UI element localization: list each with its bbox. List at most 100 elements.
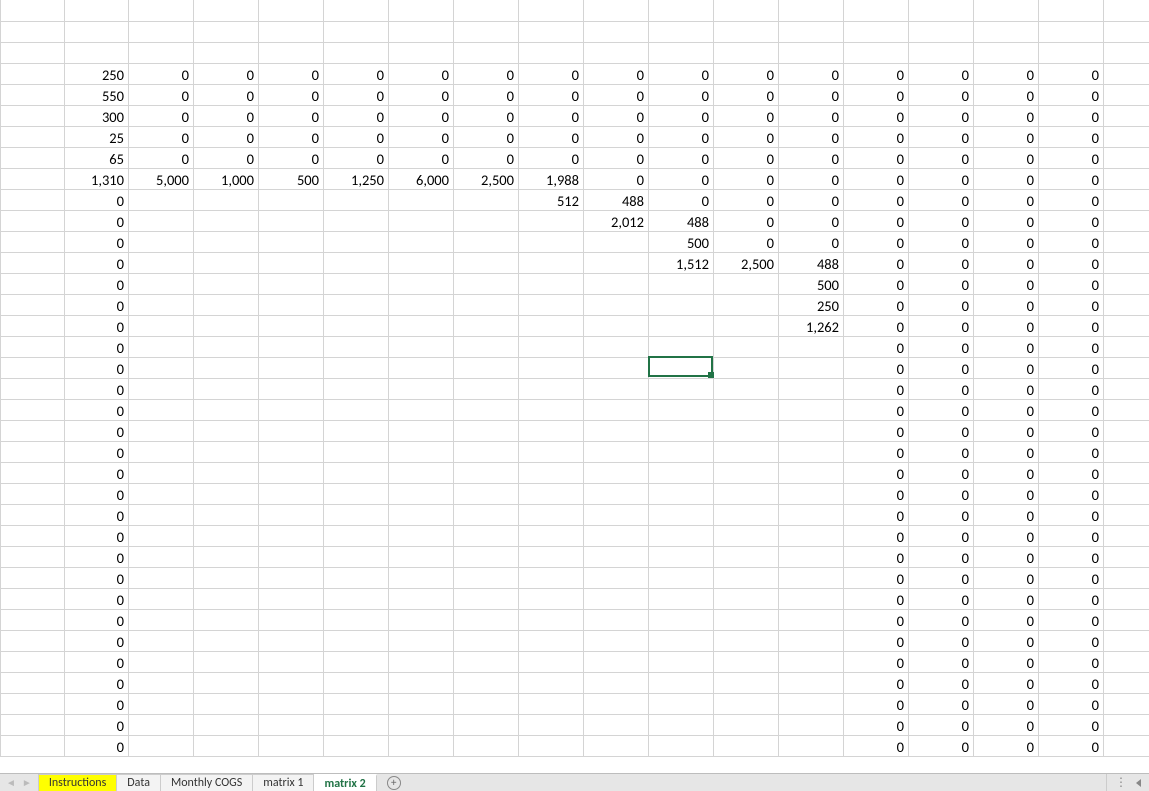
cell[interactable]: 0 [1039, 735, 1104, 756]
cell[interactable]: 0 [1104, 651, 1149, 672]
cell[interactable] [389, 399, 454, 420]
cell[interactable]: 0 [1039, 168, 1104, 189]
cell[interactable]: 0 [1039, 714, 1104, 735]
cell[interactable] [389, 357, 454, 378]
cell[interactable] [519, 21, 584, 42]
cell[interactable]: 0 [584, 168, 649, 189]
cell[interactable]: 0 [909, 147, 974, 168]
cell[interactable]: 0 [1039, 84, 1104, 105]
cell[interactable]: 0 [1104, 441, 1149, 462]
cell[interactable] [584, 315, 649, 336]
cell[interactable]: 0 [779, 147, 844, 168]
cell[interactable]: 0 [1039, 294, 1104, 315]
cell[interactable] [389, 252, 454, 273]
cell[interactable]: 0 [974, 714, 1039, 735]
cell[interactable] [129, 273, 194, 294]
cell[interactable] [129, 210, 194, 231]
cell[interactable] [779, 714, 844, 735]
cell[interactable] [779, 672, 844, 693]
cell[interactable]: 1,988 [519, 168, 584, 189]
cell[interactable]: 0 [1039, 483, 1104, 504]
cell[interactable]: 0 [844, 420, 909, 441]
cell[interactable]: 0 [1104, 609, 1149, 630]
cell[interactable]: 0 [1104, 63, 1149, 84]
cell[interactable]: 0 [259, 84, 324, 105]
cell[interactable]: 0 [1039, 399, 1104, 420]
cell[interactable]: 0 [1104, 252, 1149, 273]
cell[interactable]: 0 [129, 147, 194, 168]
cell[interactable]: 512 [519, 189, 584, 210]
cell[interactable]: 0 [1104, 168, 1149, 189]
cell[interactable] [649, 399, 714, 420]
cell[interactable]: 0 [65, 672, 129, 693]
cell[interactable]: 65 [65, 147, 129, 168]
cell[interactable] [584, 252, 649, 273]
cell[interactable] [1, 126, 65, 147]
cell[interactable]: 0 [519, 105, 584, 126]
cell[interactable]: 0 [1039, 252, 1104, 273]
cell[interactable] [649, 357, 714, 378]
cell[interactable] [584, 336, 649, 357]
tab-nav-prev-icon[interactable]: ◄ [6, 778, 16, 788]
cell[interactable] [129, 378, 194, 399]
cell[interactable]: 0 [1039, 147, 1104, 168]
cell[interactable]: 0 [974, 609, 1039, 630]
cell[interactable] [129, 315, 194, 336]
cell[interactable] [129, 609, 194, 630]
cell[interactable]: 0 [974, 735, 1039, 756]
cell[interactable]: 0 [65, 714, 129, 735]
cell[interactable] [194, 735, 259, 756]
cell[interactable] [389, 525, 454, 546]
cell[interactable] [714, 378, 779, 399]
cell[interactable] [259, 21, 324, 42]
cell[interactable] [1, 378, 65, 399]
cell[interactable] [714, 693, 779, 714]
cell[interactable] [1, 525, 65, 546]
cell[interactable] [129, 693, 194, 714]
cell[interactable] [584, 420, 649, 441]
cell[interactable]: 0 [454, 84, 519, 105]
cell[interactable]: 0 [974, 252, 1039, 273]
cell[interactable] [1, 399, 65, 420]
cell[interactable] [649, 42, 714, 63]
cell[interactable] [324, 588, 389, 609]
cell[interactable]: 0 [1039, 378, 1104, 399]
cell[interactable]: 0 [974, 336, 1039, 357]
cell[interactable] [389, 42, 454, 63]
cell[interactable] [649, 294, 714, 315]
cell[interactable]: 0 [844, 735, 909, 756]
cell[interactable] [1, 441, 65, 462]
cell[interactable]: 0 [1104, 273, 1149, 294]
cell[interactable]: 0 [1039, 231, 1104, 252]
cell[interactable]: 0 [649, 84, 714, 105]
cell[interactable]: 0 [974, 231, 1039, 252]
cell[interactable] [649, 420, 714, 441]
cell[interactable] [519, 441, 584, 462]
cell[interactable] [779, 441, 844, 462]
cell[interactable]: 0 [779, 126, 844, 147]
cell[interactable] [129, 651, 194, 672]
sheet-tab-monthly-cogs[interactable]: Monthly COGS [161, 774, 253, 791]
worksheet-grid[interactable]: 2500000000000000000550000000000000000030… [0, 0, 1149, 773]
cell[interactable] [1, 693, 65, 714]
cell[interactable] [519, 630, 584, 651]
cell[interactable] [584, 672, 649, 693]
cell[interactable]: 0 [909, 231, 974, 252]
cell[interactable] [194, 273, 259, 294]
tab-nav-next-icon[interactable]: ► [22, 778, 32, 788]
cell[interactable] [324, 525, 389, 546]
cell[interactable] [194, 210, 259, 231]
cell[interactable]: 0 [909, 315, 974, 336]
cell[interactable] [844, 21, 909, 42]
cell[interactable] [194, 315, 259, 336]
cell[interactable]: 0 [779, 63, 844, 84]
cell[interactable]: 0 [194, 105, 259, 126]
cell[interactable] [649, 336, 714, 357]
cell[interactable] [259, 441, 324, 462]
cell[interactable]: 0 [909, 189, 974, 210]
cell[interactable]: 0 [1104, 462, 1149, 483]
cell[interactable] [649, 462, 714, 483]
cell[interactable]: 0 [1104, 735, 1149, 756]
cell[interactable]: 0 [844, 693, 909, 714]
cell[interactable]: 0 [129, 126, 194, 147]
